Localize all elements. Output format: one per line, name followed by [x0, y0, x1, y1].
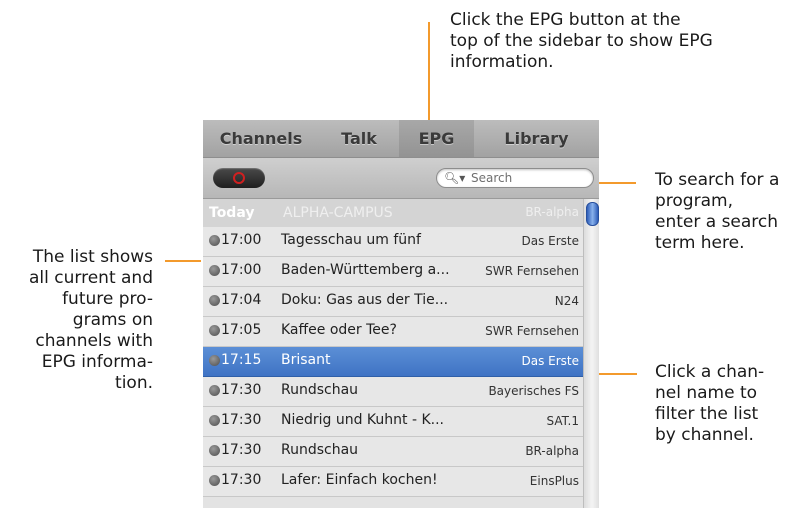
list-scrollbar[interactable] [583, 199, 599, 508]
search-field[interactable]: 🔍︎▾ Search [436, 168, 594, 188]
program-channel[interactable]: SWR Fernsehen [485, 324, 579, 338]
program-row[interactable]: 17:05 Kaffee oder Tee? SWR Fernsehen [203, 317, 583, 347]
program-row[interactable]: 17:04 Doku: Gas aus der Tie... N24 [203, 287, 583, 317]
program-bullet-icon [209, 265, 220, 276]
program-title: Brisant [281, 352, 331, 368]
record-icon [233, 172, 245, 184]
program-bullet-icon [209, 235, 220, 246]
epg-callout-line-1: Click the EPG button at the [450, 10, 681, 30]
today-header-row: Today ALPHA-CAMPUS BR-alpha [203, 199, 583, 227]
record-button[interactable] [213, 168, 265, 188]
list-callout-line-2: all current and [29, 268, 153, 288]
search-callout-text: To search for a program, enter a search … [655, 170, 779, 254]
channel-callout-line-4: by channel. [655, 425, 754, 445]
list-callout-line-6: EPG informa- [41, 352, 153, 372]
program-bullet-icon [209, 475, 220, 486]
list-callout-line-7: tion. [115, 373, 153, 393]
epg-sidebar: Channels Talk EPG Library 🔍︎▾ Search Tod… [203, 120, 599, 508]
list-callout-text: The list shows all current and future pr… [0, 247, 153, 394]
tab-library[interactable]: Library [474, 120, 599, 157]
program-title: Doku: Gas aus der Tie... [281, 292, 449, 308]
program-bullet-icon [209, 355, 220, 366]
program-row[interactable]: 17:30 Rundschau Bayerisches FS [203, 377, 583, 407]
program-channel[interactable]: Das Erste [521, 354, 579, 368]
program-bullet-icon [209, 325, 220, 336]
today-program: ALPHA-CAMPUS [283, 205, 393, 221]
program-channel[interactable]: Bayerisches FS [488, 384, 579, 398]
tab-epg[interactable]: EPG [399, 120, 474, 157]
program-time: 17:04 [221, 292, 262, 308]
program-bullet-icon [209, 415, 220, 426]
search-callout-line-1: To search for a [655, 170, 780, 190]
search-callout-line [594, 182, 636, 184]
program-time: 17:30 [221, 442, 262, 458]
tab-channels[interactable]: Channels [203, 120, 319, 157]
program-channel[interactable]: EinsPlus [530, 474, 579, 488]
program-time: 17:15 [221, 352, 262, 368]
program-time: 17:30 [221, 412, 262, 428]
program-title: Lafer: Einfach kochen! [281, 472, 438, 488]
program-title: Rundschau [281, 382, 359, 398]
search-callout-line-2: program, [655, 191, 733, 211]
program-title: Niedrig und Kuhnt - K... [281, 412, 445, 428]
program-time: 17:30 [221, 382, 262, 398]
sidebar-tab-bar: Channels Talk EPG Library [203, 120, 599, 158]
epg-callout-line [428, 22, 430, 122]
program-channel[interactable]: BR-alpha [525, 444, 579, 458]
today-label: Today [209, 205, 255, 221]
program-bullet-icon [209, 385, 220, 396]
program-time: 17:05 [221, 322, 262, 338]
channel-callout-line-2: nel name to [655, 383, 758, 403]
program-time: 17:00 [221, 262, 262, 278]
search-placeholder: Search [471, 171, 513, 185]
program-row-selected[interactable]: 17:15 Brisant Das Erste [203, 347, 583, 377]
today-channel: BR-alpha [525, 205, 579, 219]
program-row[interactable]: 17:30 Lafer: Einfach kochen! EinsPlus [203, 467, 583, 497]
program-row[interactable]: 17:30 Niedrig und Kuhnt - K... SAT.1 [203, 407, 583, 437]
program-bullet-icon [209, 445, 220, 456]
list-callout-line-5: channels with [35, 331, 153, 351]
program-bullet-icon [209, 295, 220, 306]
scrollbar-thumb[interactable] [586, 202, 599, 226]
program-time: 17:00 [221, 232, 262, 248]
program-channel[interactable]: SWR Fernsehen [485, 264, 579, 278]
program-time: 17:30 [221, 472, 262, 488]
program-channel[interactable]: Das Erste [521, 234, 579, 248]
program-row[interactable]: 17:00 Tagesschau um fünf Das Erste [203, 227, 583, 257]
epg-toolbar: 🔍︎▾ Search [203, 158, 599, 199]
program-row[interactable]: 17:00 Baden-Württemberg a... SWR Fernseh… [203, 257, 583, 287]
epg-callout-line-3: information. [450, 52, 554, 72]
program-title: Rundschau [281, 442, 359, 458]
list-callout-line [165, 260, 201, 262]
tab-talk[interactable]: Talk [319, 120, 399, 157]
program-title: Baden-Württemberg a... [281, 262, 450, 278]
list-callout-line-4: grams on [72, 310, 153, 330]
channel-callout-line-3: filter the list [655, 404, 759, 424]
program-channel[interactable]: SAT.1 [547, 414, 579, 428]
program-title: Tagesschau um fünf [281, 232, 421, 248]
program-row[interactable]: 17:30 Rundschau BR-alpha [203, 437, 583, 467]
program-title: Kaffee oder Tee? [281, 322, 397, 338]
list-callout-line-1: The list shows [32, 247, 153, 267]
search-callout-line-3: enter a search [655, 212, 779, 232]
epg-callout-text: Click the EPG button at the top of the s… [450, 10, 713, 73]
channel-callout-text: Click a chan- nel name to filter the lis… [655, 362, 764, 446]
search-icon: 🔍︎▾ [444, 171, 466, 185]
search-callout-line-4: term here. [655, 233, 745, 253]
channel-callout-line-1: Click a chan- [655, 362, 765, 382]
epg-callout-line-2: top of the sidebar to show EPG [450, 31, 713, 51]
list-callout-line-3: future pro- [62, 289, 153, 309]
program-channel[interactable]: N24 [555, 294, 579, 308]
